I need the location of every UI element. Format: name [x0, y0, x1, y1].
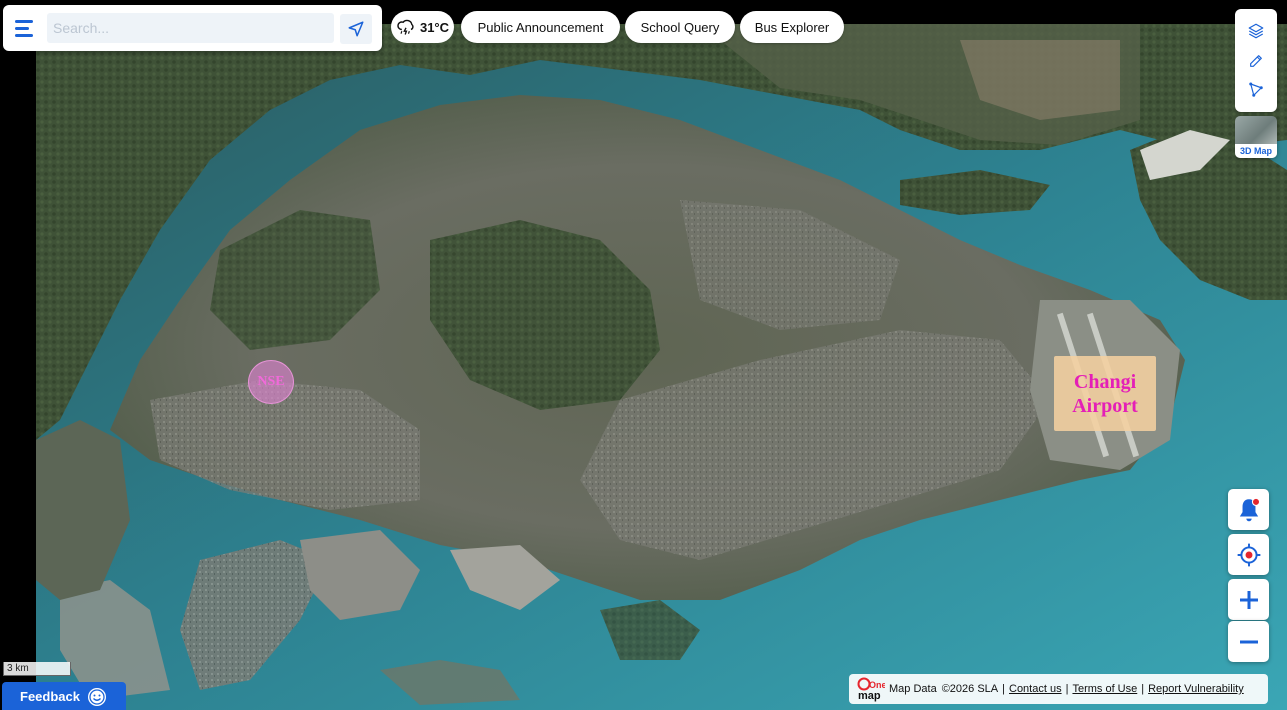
nse-label: NSE [257, 374, 285, 389]
zoom-in-button[interactable] [1228, 579, 1269, 620]
separator: | [1141, 683, 1145, 695]
changi-label-line1: Changi [1073, 370, 1137, 393]
bell-icon [1239, 497, 1260, 521]
nse-marker[interactable]: NSE [248, 360, 294, 404]
crosshair-icon [1237, 543, 1260, 566]
feedback-button[interactable]: Feedback [2, 682, 126, 710]
search-input[interactable] [47, 13, 334, 43]
minus-icon [1239, 640, 1258, 643]
locate-me-button[interactable] [1228, 534, 1269, 575]
draw-icon[interactable] [1244, 49, 1268, 73]
feedback-label: Feedback [20, 688, 80, 704]
contact-us-link[interactable]: Contact us [1009, 683, 1062, 695]
public-announcement-button[interactable]: Public Announcement [461, 11, 620, 43]
zoom-out-button[interactable] [1228, 621, 1269, 662]
weather-widget[interactable]: 31°C [391, 11, 454, 43]
plus-icon [1239, 590, 1258, 609]
3d-map-button[interactable]: 3D Map [1235, 116, 1277, 158]
onemap-logo: One map [855, 676, 885, 702]
terms-of-use-link[interactable]: Terms of Use [1072, 683, 1137, 695]
report-vulnerability-link[interactable]: Report Vulnerability [1148, 683, 1244, 695]
map-data-label: Map Data [889, 683, 937, 695]
changi-airport-label[interactable]: Changi Airport [1054, 356, 1156, 431]
thunderstorm-icon [397, 19, 414, 35]
scale-bar: 3 km [3, 662, 71, 676]
layers-icon[interactable] [1244, 19, 1268, 43]
changi-label-line2: Airport [1072, 394, 1138, 417]
navigation-icon[interactable] [340, 14, 372, 44]
separator: | [1065, 683, 1069, 695]
copyright-label: ©2026 SLA [941, 683, 999, 695]
menu-icon[interactable] [13, 17, 37, 39]
3d-map-label: 3D Map [1235, 144, 1277, 158]
school-query-button[interactable]: School Query [625, 11, 735, 43]
map-tools [1235, 9, 1277, 112]
temperature: 31°C [419, 19, 450, 35]
notification-button[interactable] [1228, 489, 1269, 530]
satellite-map[interactable] [0, 0, 1287, 710]
search-panel [3, 5, 382, 51]
attribution-bar: One map Map Data ©2026 SLA | Contact us … [849, 674, 1268, 704]
separator: | [1002, 683, 1005, 695]
smiley-icon [88, 688, 106, 706]
onemap-logo-top: One [869, 680, 885, 690]
onemap-logo-bottom: map [858, 690, 881, 702]
measure-icon[interactable] [1244, 78, 1268, 102]
bus-explorer-button[interactable]: Bus Explorer [740, 11, 844, 43]
